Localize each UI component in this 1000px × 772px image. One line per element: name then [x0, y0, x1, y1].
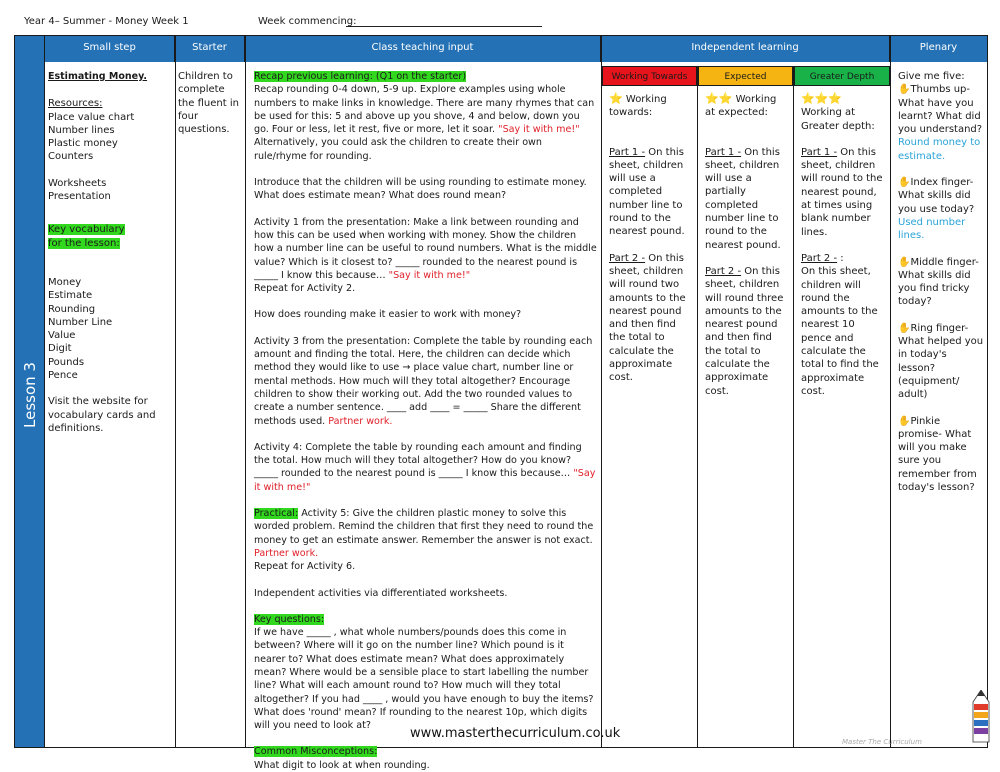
divider — [601, 36, 602, 747]
partner-work: Partner work. — [254, 547, 319, 559]
activity-5: Activity 5: Give the children plastic mo… — [254, 508, 594, 546]
vocab-heading: Key vocabulary for the lesson: — [48, 224, 125, 249]
vocab-item: Number Line — [48, 316, 113, 328]
starter-cell: Children to complete the fluent in four … — [178, 70, 242, 136]
plenary-cell: Give me five: ✋Thumbs up- What have you … — [898, 70, 984, 494]
hand-icon: ✋ — [898, 322, 911, 334]
vocab-item: Pounds — [48, 356, 85, 368]
wt-part2: On this sheet, children will round two a… — [609, 252, 686, 384]
hand-icon: ✋ — [898, 84, 911, 96]
resource-item: Worksheets — [48, 177, 107, 189]
thumbs-up-prompt: Thumbs up- What have you learnt? What di… — [898, 84, 983, 136]
resource-item: Plastic money — [48, 138, 118, 150]
middle-finger-prompt: Middle finger- What skills did you find … — [898, 256, 979, 308]
header-class-teaching: Class teaching input — [245, 36, 601, 62]
header-starter: Starter — [175, 36, 245, 62]
recap-text-2: Alternatively, you could ask the childre… — [254, 137, 542, 162]
rounding-question: How does rounding make it easier to work… — [254, 309, 522, 321]
level-greater-depth: Greater Depth — [794, 66, 890, 86]
vocab-item: Estimate — [48, 290, 93, 302]
index-finger-answer: Used number lines. — [898, 216, 966, 242]
key-questions: If we have _____ , what whole numbers/po… — [254, 627, 594, 732]
week-commencing-label: Week commencing: — [258, 16, 357, 27]
divider — [245, 36, 246, 747]
index-finger-prompt: Index finger- What skills did you use to… — [898, 177, 975, 215]
footer-url[interactable]: www.masterthecurriculum.co.uk — [410, 726, 620, 741]
pinkie-prompt: Pinkie promise- What will you make sure … — [898, 415, 977, 494]
thumbs-up-answer: Round money to estimate. — [898, 137, 981, 162]
wt-part2-label: Part 2 - — [609, 252, 646, 264]
plenary-intro: Give me five: — [898, 71, 965, 82]
practical-label: Practical: — [254, 508, 299, 520]
say-it-with-me: "Say it with me!" — [498, 124, 580, 136]
vocab-item: Digit — [48, 343, 72, 355]
divider — [697, 66, 698, 747]
gd-part1-label: Part 1 - — [801, 146, 838, 158]
document-title: Year 4– Summer - Money Week 1 — [24, 16, 189, 27]
divider — [793, 66, 794, 747]
greater-depth-cell: ⭐⭐⭐ Working at Greater depth: Part 1 - O… — [801, 92, 885, 398]
level-working-towards: Working Towards — [602, 66, 697, 86]
key-questions-label: Key questions: — [254, 613, 325, 625]
exp-part2-label: Part 2 - — [705, 265, 742, 277]
teaching-cell: Recap previous learning: (Q1 on the star… — [254, 70, 597, 772]
divider — [175, 36, 176, 747]
working-towards-cell: ⭐ Working towards: Part 1 - On this shee… — [609, 92, 693, 385]
star-icon: ⭐ — [609, 92, 623, 105]
say-it-with-me: "Say it with me!" — [388, 269, 471, 281]
week-commencing-field[interactable] — [346, 26, 542, 27]
independent-activities: Independent activities via differentiate… — [254, 587, 508, 599]
lesson-plan-table: Lesson 3 Small step Starter Class teachi… — [14, 35, 988, 771]
header-plenary: Plenary — [890, 36, 987, 62]
gd-part2-suffix: : — [840, 252, 844, 264]
activity-4: Activity 4: Complete the table by roundi… — [254, 441, 582, 480]
header-independent: Independent learning — [601, 36, 890, 62]
ring-finger-prompt: Ring finger- What helped you in today's … — [898, 322, 984, 401]
intro-text: Introduce that the children will be usin… — [254, 177, 587, 202]
small-step-title: Estimating Money. — [48, 71, 148, 82]
gd-part1: On this sheet, children will round to th… — [801, 146, 883, 238]
partner-work: Partner work. — [328, 415, 393, 427]
website-note: Visit the website for vocabulary cards a… — [48, 396, 156, 434]
repeat-activity-6: Repeat for Activity 6. — [254, 561, 356, 573]
level-expected: Expected — [698, 66, 793, 86]
misconceptions-label: Common Misconceptions: — [254, 746, 378, 758]
gd-part2: On this sheet, children will round the a… — [801, 266, 879, 397]
hand-icon: ✋ — [898, 415, 911, 427]
lesson-label: Lesson 3 — [21, 362, 39, 428]
divider — [890, 36, 891, 747]
page-header: Year 4– Summer - Money Week 1 Week comme… — [0, 0, 1000, 36]
small-step-cell: Estimating Money. Resources: Place value… — [48, 70, 172, 435]
resource-item: Place value chart — [48, 111, 135, 123]
star-icon: ⭐⭐⭐ — [801, 92, 843, 105]
vocab-item: Money — [48, 276, 82, 288]
expected-cell: ⭐⭐ Working at expected: Part 1 - On this… — [705, 92, 789, 398]
vocab-item: Pence — [48, 370, 78, 382]
wt-part1: On this sheet, children will use a compl… — [609, 146, 685, 238]
resource-item: Number lines — [48, 124, 115, 136]
vocab-item: Rounding — [48, 303, 96, 315]
wt-part1-label: Part 1 - — [609, 146, 646, 158]
hand-icon: ✋ — [898, 177, 911, 189]
gd-part2-label: Part 2 - — [801, 252, 838, 264]
repeat-activity-2: Repeat for Activity 2. — [254, 283, 356, 295]
resource-item: Counters — [48, 151, 94, 163]
resources-heading: Resources: — [48, 98, 103, 110]
activity-3: Activity 3 from the presentation: Comple… — [254, 335, 593, 427]
exp-part1: On this sheet, children will use a parti… — [705, 146, 781, 251]
exp-part1-label: Part 1 - — [705, 146, 742, 158]
resource-item: Presentation — [48, 191, 111, 203]
misconceptions-text: What digit to look at when rounding. — [254, 759, 430, 771]
starter-text: Children to complete the fluent in four … — [178, 71, 239, 136]
gd-intro: Working at Greater depth: — [801, 107, 875, 132]
header-small-step: Small step — [45, 36, 175, 62]
lesson-sidebar: Lesson 3 — [15, 36, 45, 747]
recap-label: Recap previous learning: (Q1 on the star… — [254, 71, 467, 82]
vocab-item: Value — [48, 330, 76, 342]
brand-logo-text: Master The Curriculum — [842, 738, 922, 746]
exp-part2: On this sheet, children will round three… — [705, 265, 784, 397]
pencil-logo-icon — [972, 690, 990, 743]
star-icon: ⭐⭐ — [705, 92, 733, 105]
hand-icon: ✋ — [898, 256, 911, 268]
